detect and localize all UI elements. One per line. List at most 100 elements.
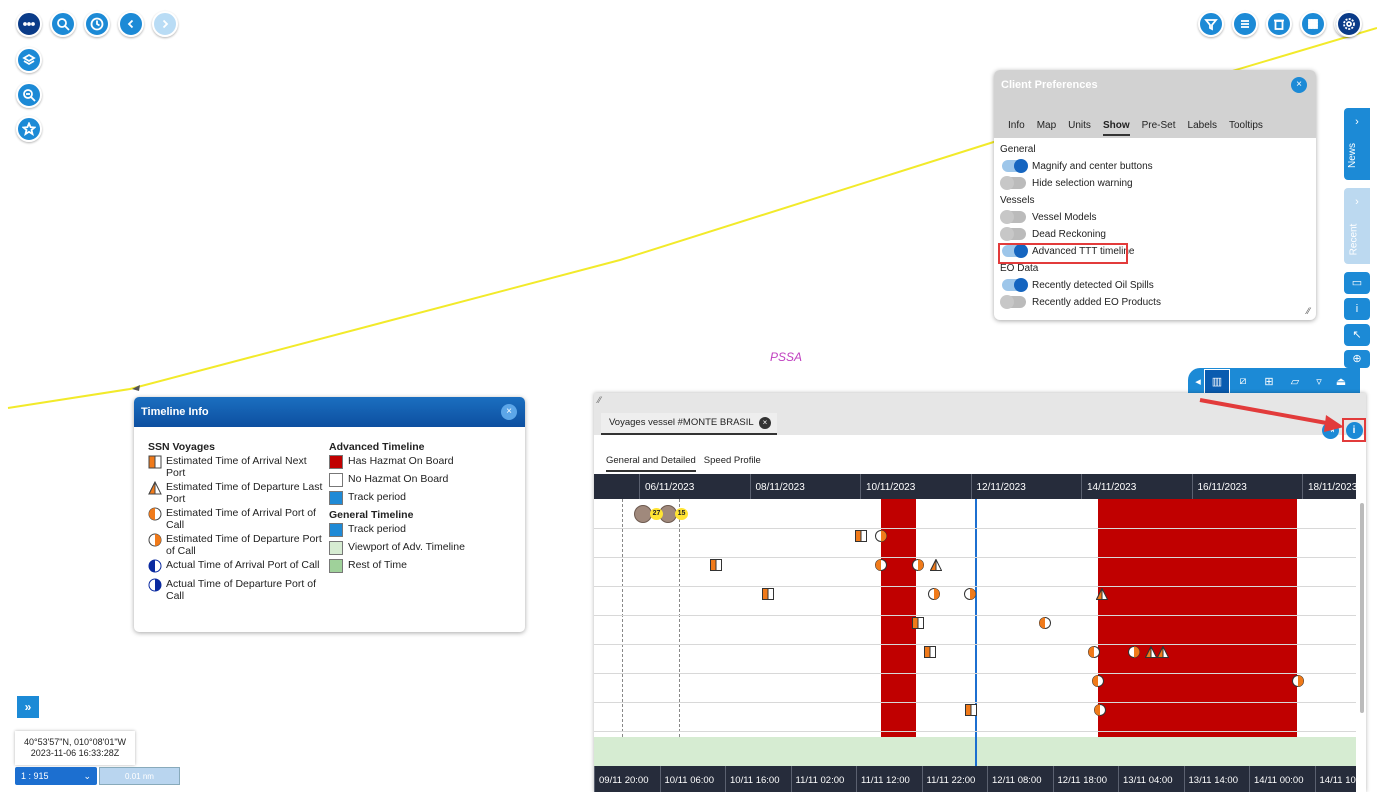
legend-swatch bbox=[329, 523, 343, 537]
legend-item: Track period bbox=[329, 523, 519, 537]
voyage-event-marker[interactable] bbox=[912, 559, 924, 571]
legend-label: No Hazmat On Board bbox=[348, 473, 449, 485]
crosshair-icon[interactable]: ⊕ bbox=[1344, 350, 1370, 368]
voyage-event-marker[interactable] bbox=[965, 704, 977, 716]
subtab-general[interactable]: General and Detailed bbox=[606, 455, 696, 472]
layers-icon[interactable] bbox=[16, 47, 42, 73]
recent-tab[interactable]: › Recent bbox=[1344, 188, 1370, 264]
voyage-event-marker[interactable] bbox=[1128, 646, 1140, 658]
legend-label: Estimated Time of Arrival Next Port bbox=[166, 455, 307, 479]
expand-icon[interactable]: » bbox=[17, 696, 39, 718]
news-tab[interactable]: › News bbox=[1344, 108, 1370, 180]
voyage-event-marker[interactable] bbox=[924, 646, 936, 658]
toggle-switch[interactable] bbox=[1002, 278, 1028, 293]
time-tick: 13/11 14:00 bbox=[1183, 766, 1238, 792]
cluster-badge: 27 bbox=[650, 508, 663, 520]
resize-handle-icon[interactable]: ⁄⁄ bbox=[1307, 306, 1310, 316]
prefs-tab-info[interactable]: Info bbox=[1008, 120, 1025, 136]
cursor-icon[interactable]: ↖ bbox=[1344, 324, 1370, 346]
voyage-event-marker[interactable] bbox=[1039, 617, 1051, 629]
legend-item: No Hazmat On Board bbox=[329, 473, 519, 487]
voyage-event-marker[interactable] bbox=[1292, 675, 1304, 687]
gear-icon[interactable] bbox=[1336, 11, 1362, 37]
scrollbar[interactable] bbox=[1360, 503, 1364, 713]
toggle-switch[interactable] bbox=[1000, 176, 1026, 191]
close-icon[interactable]: × bbox=[501, 404, 517, 420]
prefs-tab-map[interactable]: Map bbox=[1037, 120, 1056, 136]
voyage-event-marker[interactable] bbox=[1088, 646, 1100, 658]
close-icon[interactable]: × bbox=[1291, 77, 1307, 93]
voyage-event-marker[interactable] bbox=[855, 530, 867, 542]
prefs-tab-tooltips[interactable]: Tooltips bbox=[1229, 120, 1263, 136]
toggle-switch[interactable] bbox=[1000, 295, 1026, 310]
coordinates: 40°53'57"N, 010°08'01"W bbox=[23, 737, 127, 747]
scale-select[interactable]: 1 : 915 ⌄ bbox=[15, 767, 97, 785]
legend-label: Rest of Time bbox=[348, 559, 407, 571]
row-divider bbox=[594, 644, 1356, 645]
legend-swatch bbox=[329, 491, 343, 505]
legend-label: Viewport of Adv. Timeline bbox=[348, 541, 465, 553]
voyage-event-marker[interactable] bbox=[912, 617, 924, 629]
eta-port-of-call-icon bbox=[148, 507, 162, 521]
timeline-chart[interactable]: 27 15 bbox=[594, 499, 1356, 737]
resize-handle-icon[interactable]: ⁄⁄ bbox=[598, 395, 601, 405]
voyage-event-marker[interactable] bbox=[1094, 704, 1106, 716]
info-icon[interactable]: i bbox=[1344, 298, 1370, 320]
search-icon[interactable] bbox=[50, 11, 76, 37]
trash-icon[interactable] bbox=[1266, 11, 1292, 37]
date-tick: 08/11/2023 bbox=[749, 474, 805, 499]
prefs-tab-labels[interactable]: Labels bbox=[1188, 120, 1217, 136]
row-divider bbox=[594, 615, 1356, 616]
list-icon[interactable] bbox=[1232, 11, 1258, 37]
grid-icon[interactable] bbox=[1300, 11, 1326, 37]
subtab-speed[interactable]: Speed Profile bbox=[704, 455, 761, 472]
voyage-event-marker[interactable] bbox=[1145, 646, 1157, 658]
filter-icon[interactable] bbox=[1198, 11, 1224, 37]
voyage-event-marker[interactable] bbox=[930, 559, 942, 571]
menu-icon[interactable] bbox=[16, 11, 42, 37]
star-icon[interactable] bbox=[16, 116, 42, 142]
adv-legend: Advanced Timeline Has Hazmat On Board No … bbox=[329, 441, 519, 577]
pref-option: Dead Reckoning bbox=[994, 226, 1316, 243]
legend-swatch bbox=[329, 473, 343, 487]
legend-item: Estimated Time of Departure Last Port bbox=[148, 480, 328, 505]
time-tick: 12/11 08:00 bbox=[987, 766, 1041, 792]
adv-heading: Advanced Timeline bbox=[329, 441, 425, 453]
row-divider bbox=[594, 673, 1356, 674]
ssn-legend: SSN Voyages Estimated Time of Arrival Ne… bbox=[148, 441, 328, 604]
timeline-info-title: Timeline Info bbox=[141, 406, 209, 418]
recent-label: Recent bbox=[1348, 223, 1360, 256]
voyage-event-marker[interactable] bbox=[964, 588, 976, 600]
ruler-icon[interactable]: ▭ bbox=[1344, 272, 1370, 294]
voyage-event-marker[interactable] bbox=[928, 588, 940, 600]
toggle-switch[interactable] bbox=[1000, 210, 1026, 225]
voyage-event-marker[interactable] bbox=[875, 559, 887, 571]
coord-box: 40°53'57"N, 010°08'01"W 2023-11-06 16:33… bbox=[15, 731, 135, 765]
distance-scale: 0.01 nm bbox=[99, 767, 180, 785]
voyage-event-marker[interactable] bbox=[1157, 646, 1169, 658]
voyage-event-marker[interactable] bbox=[1096, 588, 1108, 600]
toggle-switch[interactable] bbox=[1000, 227, 1026, 242]
toggle-switch[interactable] bbox=[1002, 159, 1028, 174]
timeline-info-panel: Timeline Info × SSN Voyages Estimated Ti… bbox=[134, 397, 525, 632]
voyage-event-marker[interactable] bbox=[875, 530, 887, 542]
prefs-tab-pre-set[interactable]: Pre-Set bbox=[1142, 120, 1176, 136]
voyage-event-marker[interactable] bbox=[762, 588, 774, 600]
pref-option-label: Recently added EO Products bbox=[1032, 297, 1161, 308]
prefs-tab-show[interactable]: Show bbox=[1102, 120, 1130, 136]
prefs-tab-units[interactable]: Units bbox=[1068, 120, 1091, 136]
pref-option: Recently detected Oil Spills bbox=[994, 277, 1316, 294]
voyage-event-marker[interactable] bbox=[710, 559, 722, 571]
forward-icon[interactable] bbox=[152, 11, 178, 37]
clock-icon[interactable] bbox=[84, 11, 110, 37]
prefs-tabs: Info Map Units Show Pre-Set Labels Tooltips bbox=[1008, 120, 1263, 136]
voyages-tab-label: Voyages vessel #MONTE BRASIL bbox=[609, 417, 754, 428]
time-tick: 11/11 12:00 bbox=[856, 766, 910, 792]
zoom-search-icon[interactable] bbox=[16, 82, 42, 108]
voyages-tab[interactable]: Voyages vessel #MONTE BRASIL × bbox=[601, 413, 777, 435]
gen-heading: General Timeline bbox=[329, 509, 414, 521]
back-icon[interactable] bbox=[118, 11, 144, 37]
close-icon[interactable]: × bbox=[758, 417, 771, 429]
pref-option-label: Dead Reckoning bbox=[1032, 229, 1106, 240]
voyage-event-marker[interactable] bbox=[1092, 675, 1104, 687]
